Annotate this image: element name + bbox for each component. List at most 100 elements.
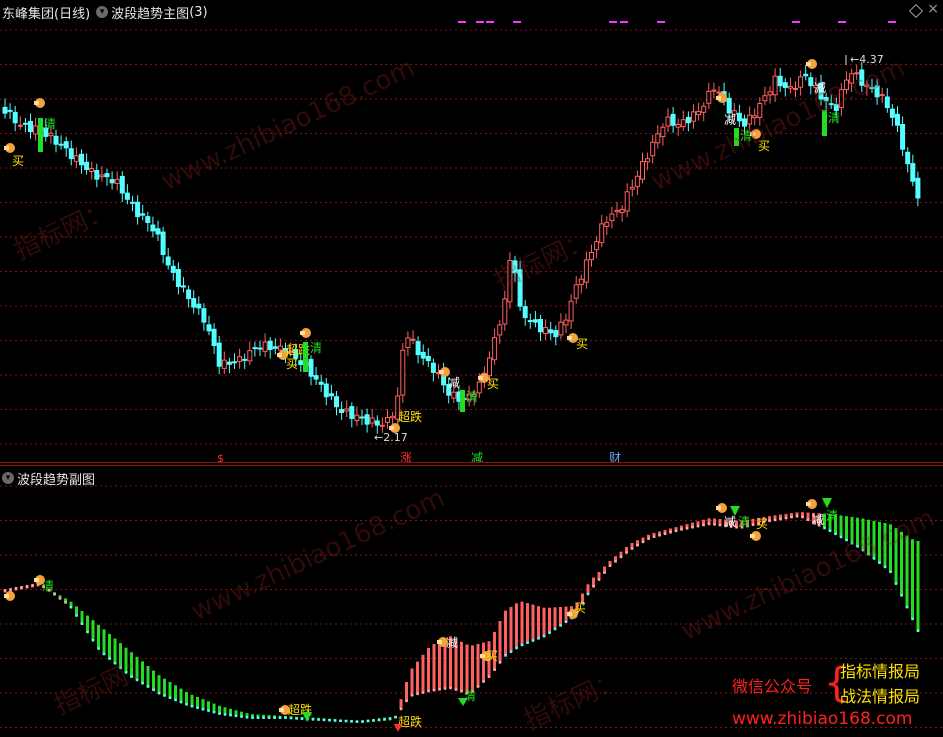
trend-dot — [80, 622, 84, 625]
candle-body — [563, 319, 569, 326]
hand-pointer-icon-part — [279, 708, 284, 712]
candle-body — [706, 90, 712, 104]
trend-bar — [163, 678, 166, 696]
candle-body — [650, 141, 656, 157]
trend-bar — [548, 607, 551, 633]
hand-pointer-icon-part — [716, 506, 721, 510]
chevron-down-icon[interactable]: ▾ — [96, 6, 109, 18]
trend-dot — [344, 719, 348, 723]
trend-dot — [157, 691, 161, 695]
trend-bar — [124, 647, 128, 673]
chevron-down-icon[interactable]: ▾ — [2, 472, 14, 484]
hand-pointer-icon-part — [750, 534, 755, 538]
signal-buy-label: 买 — [486, 649, 498, 663]
stock-name[interactable]: 东峰集团 — [2, 3, 54, 22]
candle-body — [793, 88, 798, 90]
trend-bar — [559, 607, 562, 626]
trend-dot — [905, 605, 909, 609]
candle-body — [232, 361, 237, 364]
trend-bar — [80, 611, 84, 624]
promo-url[interactable]: www.zhibiao168.com — [732, 709, 912, 729]
promo-box: 微信公众号 { 指标情报局 战法情报局 www.zhibiao168.com — [728, 655, 938, 733]
hand-pointer-icon-part — [437, 640, 442, 644]
magenta-marker — [476, 21, 484, 23]
trend-dot — [300, 717, 304, 720]
trend-dot — [531, 639, 535, 642]
candle-body — [543, 327, 549, 335]
candle-body — [170, 265, 176, 273]
trend-dot — [361, 720, 364, 723]
candle-body — [94, 170, 100, 180]
candle-body — [242, 358, 248, 361]
candle-body — [328, 393, 334, 397]
trend-dot — [900, 594, 903, 597]
candle-body — [895, 113, 900, 126]
candle-body — [318, 381, 324, 385]
candle-body — [196, 303, 202, 309]
trend-bar — [174, 685, 177, 701]
candle-body — [752, 115, 758, 119]
candle-body — [578, 278, 584, 286]
trend-dot — [652, 535, 656, 538]
trend-bar — [168, 682, 172, 698]
candle-body — [604, 221, 610, 227]
trend-dot — [460, 689, 463, 693]
sub-indicator-toggle[interactable]: ▾ 波段趋势副图 — [2, 469, 95, 488]
magenta-marker — [792, 21, 800, 23]
high-price-label: ←4.37 — [850, 53, 884, 66]
period-label[interactable]: (日线) — [54, 3, 90, 22]
trend-dot — [86, 630, 89, 634]
main-chart-panel[interactable]: 买清超跌买清超跌减清买买减清买减清 ←4.37 ←2.17 $ 涨减财 东峰集团 (日线… — [0, 0, 943, 462]
hand-pointer-icon-part — [480, 654, 485, 658]
candle-body — [415, 341, 421, 356]
trend-dot — [823, 526, 826, 530]
wechat-label: 微信公众号 — [732, 677, 813, 696]
trend-dot — [696, 524, 700, 528]
candle-body — [68, 148, 74, 160]
trend-bar — [476, 644, 480, 687]
trend-dot — [454, 688, 458, 691]
trend-dot — [839, 535, 843, 539]
trend-dot — [537, 637, 540, 640]
candle-body — [522, 306, 528, 319]
candle-body — [716, 91, 722, 94]
magenta-marker — [609, 21, 617, 23]
trend-dot — [394, 715, 397, 719]
candle-body — [711, 89, 717, 92]
trend-bar — [97, 624, 100, 649]
candle-body — [833, 104, 839, 111]
bottom-mark: 财 — [609, 451, 621, 462]
trend-dot — [130, 675, 133, 678]
trend-bar — [416, 661, 419, 695]
close-icon[interactable]: × — [927, 1, 939, 17]
trend-dot — [366, 719, 370, 723]
trend-bar — [586, 584, 590, 595]
magenta-marker — [486, 21, 494, 23]
main-indicator-toggle[interactable]: ▾ 波段趋势主图 (3) — [96, 3, 208, 22]
trend-bar — [537, 606, 540, 639]
candle-body — [640, 161, 645, 180]
signal-reduce-label: 减 — [448, 376, 460, 390]
signal-buy-label: 买 — [758, 139, 770, 153]
main-indicator-param: (3) — [189, 4, 208, 20]
candle-body — [89, 168, 95, 172]
candle-body — [7, 109, 13, 112]
candle-body — [109, 179, 115, 184]
candle-body — [262, 341, 268, 352]
candlestick-chart[interactable]: 买清超跌买清超跌减清买买减清买减清←4.37←2.17$ 涨减财 — [0, 0, 943, 462]
trend-dot — [405, 699, 408, 703]
hand-pointer-icon — [750, 531, 761, 541]
trend-bar — [520, 601, 524, 646]
hand-pointer-icon — [806, 499, 817, 509]
trend-dot — [630, 547, 634, 550]
trend-dot — [64, 601, 67, 604]
candle-body — [150, 224, 156, 232]
candle-body — [425, 355, 431, 362]
trend-dot — [388, 717, 392, 720]
trend-dot — [834, 532, 837, 536]
trend-bar — [471, 645, 474, 692]
candle-body — [772, 75, 778, 96]
trend-bar — [146, 666, 150, 687]
candle-body — [915, 177, 921, 199]
bottom-mark: 减 — [471, 451, 483, 462]
